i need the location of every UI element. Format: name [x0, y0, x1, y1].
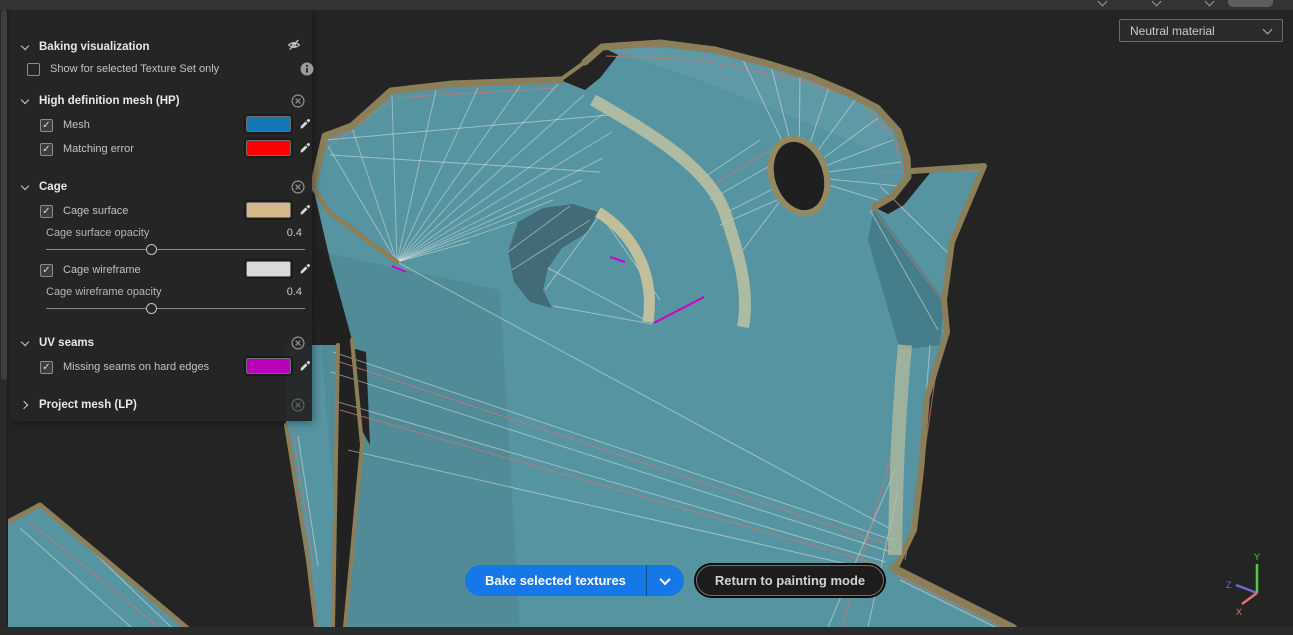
hp-section-title: High definition mesh (HP)	[39, 95, 180, 107]
bottom-statusbar	[0, 627, 1293, 635]
slider-handle[interactable]	[146, 303, 157, 314]
show-selected-row: ✓ Show for selected Texture Set only	[10, 59, 312, 79]
cage-surface-opacity-row: Cage surface opacity 0.4	[10, 223, 312, 243]
slider-track[interactable]	[46, 308, 305, 309]
material-dropdown-value: Neutral material	[1130, 23, 1215, 38]
panel-title: Baking visualization	[39, 41, 150, 53]
left-scrollbar[interactable]	[0, 10, 8, 627]
project-section-title: Project mesh (LP)	[39, 399, 137, 411]
show-selected-label: Show for selected Texture Set only	[50, 63, 220, 75]
eyedropper-icon[interactable]	[298, 202, 312, 216]
slider-track[interactable]	[46, 249, 305, 250]
cage-surface-color-swatch[interactable]	[244, 200, 293, 220]
eye-off-icon[interactable]	[287, 38, 301, 52]
axis-gizmo[interactable]: Y Z X	[1220, 550, 1280, 625]
toolbar-chevron-icon[interactable]	[1205, 0, 1214, 6]
uv-section-title: UV seams	[39, 337, 94, 349]
matching-error-color-swatch[interactable]	[244, 138, 293, 158]
toolbar-chevron-icon[interactable]	[1098, 0, 1107, 6]
bake-selected-textures-button[interactable]: Bake selected textures	[465, 565, 646, 596]
mesh-color-swatch[interactable]	[244, 114, 293, 134]
reset-icon[interactable]	[291, 398, 305, 412]
cage-surface-opacity-label: Cage surface opacity	[46, 227, 150, 239]
collapse-chevron-icon[interactable]	[22, 184, 29, 191]
bake-options-dropdown-button[interactable]	[645, 565, 684, 596]
project-section-header: Project mesh (LP)	[10, 395, 312, 415]
uv-section-header: UV seams	[10, 333, 312, 353]
eyedropper-icon[interactable]	[298, 358, 312, 372]
hp-section-header: High definition mesh (HP)	[10, 91, 312, 111]
return-to-painting-mode-button[interactable]: Return to painting mode	[695, 565, 885, 596]
mesh-checkbox[interactable]: ✓	[40, 118, 53, 132]
bake-actions: Bake selected textures Return to paintin…	[465, 565, 885, 596]
cage-surface-opacity-slider[interactable]	[46, 244, 305, 256]
cage-wireframe-color-swatch[interactable]	[244, 259, 293, 279]
cage-wireframe-opacity-row: Cage wireframe opacity 0.4	[10, 282, 312, 302]
collapse-chevron-icon[interactable]	[22, 340, 29, 347]
cage-surface-checkbox[interactable]: ✓	[40, 204, 53, 218]
matching-error-label: Matching error	[63, 143, 134, 155]
cage-wireframe-opacity-label: Cage wireframe opacity	[46, 286, 162, 298]
toolbar-button[interactable]	[1228, 0, 1273, 7]
matching-error-checkbox[interactable]: ✓	[40, 142, 53, 156]
expand-chevron-icon[interactable]	[22, 402, 29, 409]
eyedropper-icon[interactable]	[298, 116, 312, 130]
return-button-label: Return to painting mode	[714, 573, 866, 588]
chevron-down-icon	[1263, 26, 1272, 35]
material-dropdown[interactable]: Neutral material	[1119, 19, 1283, 42]
cage-wireframe-checkbox[interactable]: ✓	[40, 263, 53, 277]
show-selected-checkbox[interactable]: ✓	[27, 62, 40, 76]
reset-icon[interactable]	[291, 180, 305, 194]
missing-seams-label: Missing seams on hard edges	[63, 361, 210, 373]
substance-painter-baking-view: Y Z X Baking visualization ✓ Show for se…	[0, 0, 1293, 635]
cage-wireframe-opacity-value: 0.4	[286, 286, 302, 298]
eyedropper-icon[interactable]	[298, 261, 312, 275]
info-icon	[300, 62, 314, 76]
reset-icon[interactable]	[291, 94, 305, 108]
missing-seams-checkbox[interactable]: ✓	[40, 360, 53, 374]
cage-surface-opacity-value: 0.4	[286, 227, 302, 239]
cage-wireframe-label: Cage wireframe	[63, 264, 141, 276]
missing-seams-color-swatch[interactable]	[244, 356, 293, 376]
baking-visualization-panel: Baking visualization ✓ Show for selected…	[10, 10, 314, 421]
cage-wireframe-opacity-slider[interactable]	[46, 303, 305, 315]
top-toolbar	[0, 0, 1293, 10]
cage-section-title: Cage	[39, 181, 68, 193]
slider-handle[interactable]	[146, 244, 157, 255]
bake-button-label: Bake selected textures	[485, 573, 626, 588]
panel-header-row: Baking visualization	[10, 37, 312, 57]
mesh-label: Mesh	[63, 119, 90, 131]
toolbar-chevron-icon[interactable]	[1152, 0, 1161, 6]
scrollbar-thumb[interactable]	[1, 10, 7, 380]
chevron-down-icon	[659, 573, 672, 585]
cage-surface-label: Cage surface	[63, 205, 129, 217]
reset-icon[interactable]	[291, 336, 305, 350]
eyedropper-icon[interactable]	[298, 140, 312, 154]
collapse-chevron-icon[interactable]	[22, 44, 29, 51]
axis-z-label: Z	[1226, 580, 1232, 590]
cage-section-header: Cage	[10, 177, 312, 197]
collapse-chevron-icon[interactable]	[22, 98, 29, 105]
axis-x-label: X	[1236, 607, 1242, 617]
axis-y-label: Y	[1254, 552, 1260, 562]
